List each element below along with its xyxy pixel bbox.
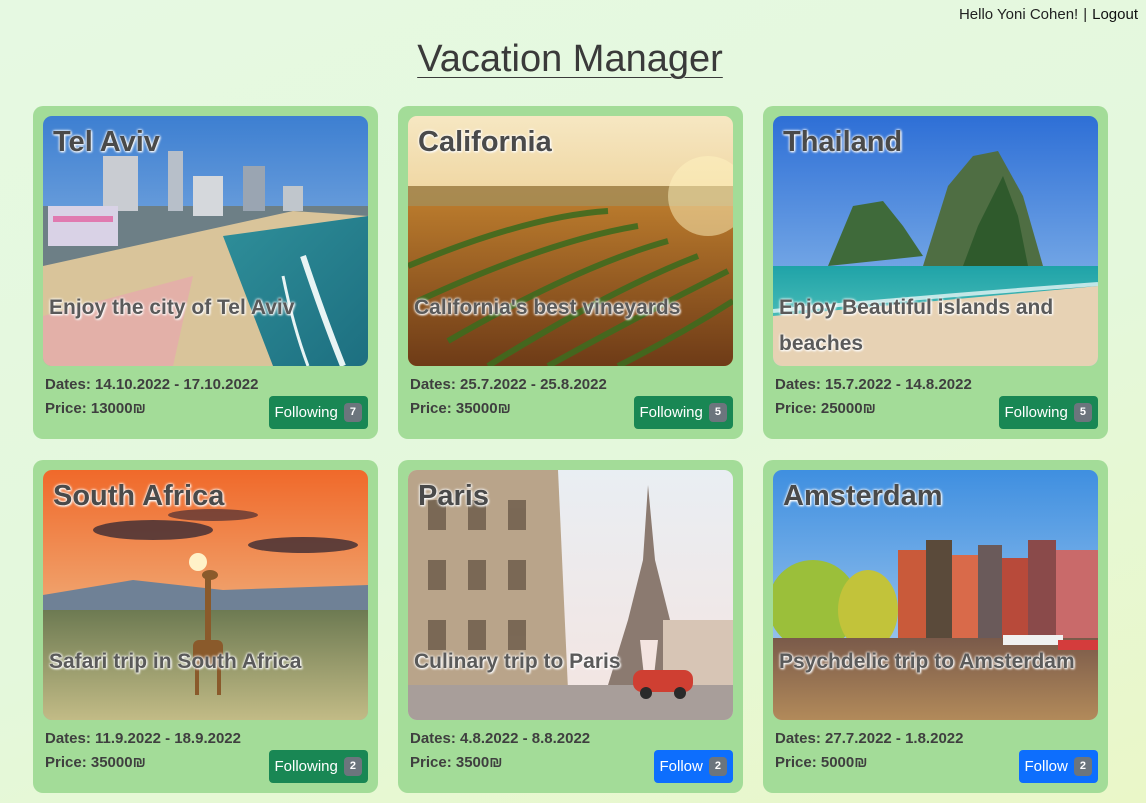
vacation-price: Price: 35000₪ — [410, 400, 511, 417]
vacation-dates: Dates: 15.7.2022 - 14.8.2022 — [775, 376, 972, 393]
follow-toggle-button[interactable]: Follow 2 — [1018, 750, 1098, 783]
vacation-price: Price: 13000₪ — [45, 400, 146, 417]
follow-toggle-button[interactable]: Following 5 — [998, 396, 1098, 429]
follow-button-label: Following — [274, 758, 338, 775]
followers-count-badge: 5 — [1073, 403, 1092, 422]
vacation-card: South Africa Safari trip in South Africa… — [33, 460, 378, 793]
city-beach-image: Tel Aviv Enjoy the city of Tel Aviv — [43, 116, 368, 366]
vacation-dates: Dates: 11.9.2022 - 18.9.2022 — [45, 730, 241, 747]
follow-button-label: Following — [639, 404, 703, 421]
followers-count-badge: 2 — [708, 757, 727, 776]
follow-button-label: Following — [1004, 404, 1068, 421]
destination-title: Paris — [418, 480, 489, 512]
vacation-price: Price: 3500₪ — [410, 754, 503, 771]
vacation-dates: Dates: 25.7.2022 - 25.8.2022 — [410, 376, 607, 393]
canal-houses-image: Amsterdam Psychdelic trip to Amsterdam — [773, 470, 1098, 720]
vacation-dates: Dates: 14.10.2022 - 17.10.2022 — [45, 376, 259, 393]
safari-sunset-image: South Africa Safari trip in South Africa — [43, 470, 368, 720]
vineyard-image: California California's best vineyards — [408, 116, 733, 366]
vacation-dates: Dates: 27.7.2022 - 1.8.2022 — [775, 730, 964, 747]
followers-count-badge: 2 — [343, 757, 362, 776]
follow-button-label: Follow — [1024, 758, 1068, 775]
followers-count-badge: 7 — [343, 403, 362, 422]
follow-button-label: Follow — [659, 758, 703, 775]
vacation-price: Price: 5000₪ — [775, 754, 868, 771]
greeting-text: Hello Yoni Cohen! — [958, 6, 1079, 23]
vacation-card: Amsterdam Psychdelic trip to Amsterdam D… — [763, 460, 1108, 793]
vacation-card: Tel Aviv Enjoy the city of Tel Aviv Date… — [33, 106, 378, 439]
followers-count-badge: 2 — [1073, 757, 1092, 776]
vacation-card: California California's best vineyards D… — [398, 106, 743, 439]
destination-title: Tel Aviv — [53, 126, 160, 158]
follow-button-label: Following — [274, 404, 338, 421]
vacation-description: Psychdelic trip to Amsterdam — [779, 650, 1075, 673]
vacation-card: Thailand Enjoy Beautiful islands and bea… — [763, 106, 1108, 439]
destination-title: Amsterdam — [783, 480, 943, 512]
separator: | — [1083, 6, 1088, 23]
island-beach-image: Thailand Enjoy Beautiful islands and bea… — [773, 116, 1098, 366]
eiffel-tower-image: Paris Culinary trip to Paris — [408, 470, 733, 720]
logout-link[interactable]: Logout — [1092, 6, 1138, 23]
follow-toggle-button[interactable]: Follow 2 — [653, 750, 733, 783]
follow-toggle-button[interactable]: Following 2 — [268, 750, 368, 783]
vacation-card: Paris Culinary trip to Paris Dates: 4.8.… — [398, 460, 743, 793]
destination-title: Thailand — [783, 126, 903, 158]
followers-count-badge: 5 — [708, 403, 727, 422]
vacation-dates: Dates: 4.8.2022 - 8.8.2022 — [410, 730, 591, 747]
vacation-description: Enjoy Beautiful islands and beaches — [779, 296, 1054, 355]
vacation-description: California's best vineyards — [414, 296, 681, 319]
page-title: Vacation Manager — [417, 38, 723, 80]
follow-toggle-button[interactable]: Following 7 — [268, 396, 368, 429]
user-bar: Hello Yoni Cohen! | Logout — [959, 6, 1138, 23]
vacation-description: Safari trip in South Africa — [49, 650, 302, 673]
destination-title: California — [418, 126, 552, 158]
vacation-description: Enjoy the city of Tel Aviv — [49, 296, 295, 319]
follow-toggle-button[interactable]: Following 5 — [633, 396, 733, 429]
destination-title: South Africa — [53, 480, 225, 512]
vacation-price: Price: 25000₪ — [775, 400, 876, 417]
vacation-price: Price: 35000₪ — [45, 754, 146, 771]
vacation-description: Culinary trip to Paris — [414, 650, 621, 673]
